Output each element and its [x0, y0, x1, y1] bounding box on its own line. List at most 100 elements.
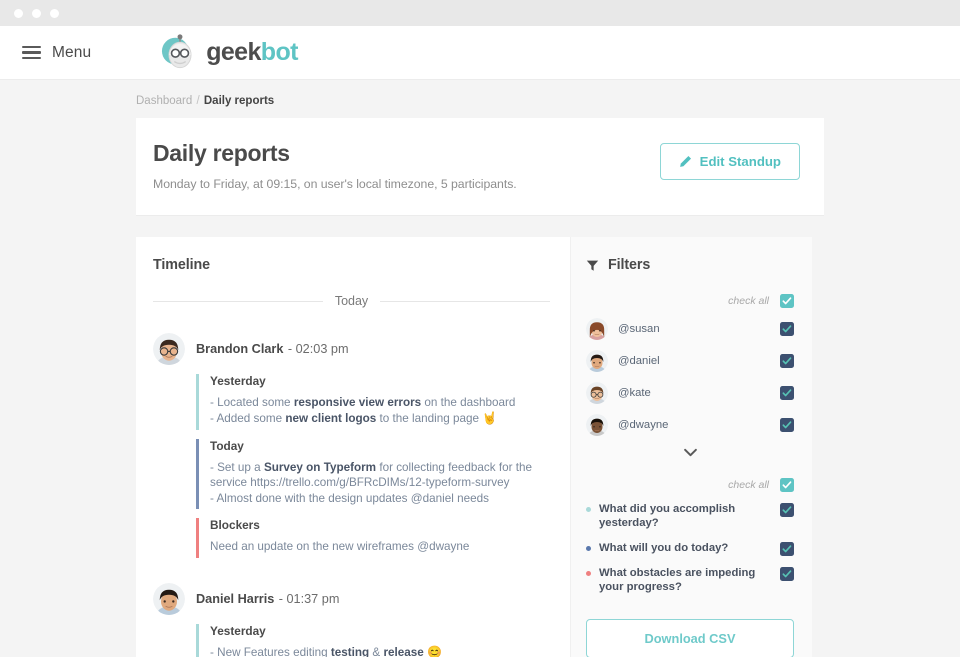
questions-check-all-row[interactable]: check all: [586, 478, 794, 492]
question-bullet-icon: [586, 570, 591, 576]
member-avatar: [586, 318, 608, 340]
report-block: Today - Set up a Survey on Typeform for …: [196, 438, 550, 510]
questions-check-all-checkbox[interactable]: [780, 478, 794, 492]
member-handle: @kate: [618, 387, 651, 399]
breadcrumb-separator: /: [196, 95, 200, 107]
standup-schedule-subtitle: Monday to Friday, at 09:15, on user's lo…: [153, 177, 517, 191]
members-check-all-row[interactable]: check all: [586, 294, 794, 308]
questions-check-all-label: check all: [728, 479, 769, 491]
question-filter-checkbox[interactable]: [780, 566, 794, 581]
question-text: What obstacles are impeding your progres…: [599, 566, 756, 594]
window-chrome-bar: [0, 0, 960, 26]
top-navigation-bar: Menu geekbot: [0, 26, 960, 80]
member-filter-checkbox[interactable]: [780, 418, 794, 432]
standup-header-text: Daily reports Monday to Friday, at 09:15…: [153, 140, 517, 191]
pencil-icon: [679, 155, 691, 167]
report-block-body: - Set up a Survey on Typeform for collec…: [210, 460, 532, 505]
standup-header-card: Daily reports Monday to Friday, at 09:15…: [136, 118, 824, 216]
avatar: [153, 582, 185, 615]
member-filter-checkbox[interactable]: [780, 354, 794, 368]
timeline-entry-blocks: Yesterday - New Features editing testing…: [196, 623, 550, 657]
question-filter-row[interactable]: What did you accomplish yesterday?: [586, 502, 794, 531]
expand-members-button[interactable]: [586, 448, 794, 457]
question-bullet-icon: [586, 545, 591, 551]
report-block-title: Blockers: [210, 518, 260, 533]
page-title: Daily reports: [153, 140, 290, 166]
report-block-body: Need an update on the new wireframes @dw…: [210, 540, 470, 554]
robot-logo-icon: [162, 33, 192, 68]
member-handle: @susan: [618, 323, 660, 335]
avatar: [153, 333, 185, 365]
report-block-title: Yesterday: [210, 374, 266, 388]
member-handle: @dwayne: [618, 419, 669, 431]
report-block: Blockers Need an update on the new wiref…: [196, 518, 550, 558]
member-handle: @daniel: [618, 355, 660, 367]
day-divider-line-right: [380, 300, 551, 302]
day-divider: Today: [153, 294, 551, 308]
question-text: What will you do today?: [599, 541, 729, 554]
question-filter-row[interactable]: What obstacles are impeding your progres…: [586, 566, 794, 595]
window-maximize-dot[interactable]: [50, 8, 59, 18]
question-bullet-icon: [586, 507, 591, 512]
breadcrumb: Dashboard / Daily reports: [136, 80, 824, 118]
question-filter-row[interactable]: What will you do today?: [586, 541, 794, 556]
member-filter-checkbox[interactable]: [780, 322, 794, 336]
member-filter-row[interactable]: @daniel: [586, 350, 794, 372]
window-close-dot[interactable]: [14, 8, 23, 18]
question-filter-checkbox[interactable]: [780, 541, 794, 556]
day-divider-label: Today: [334, 294, 369, 308]
members-check-all-label: check all: [728, 295, 769, 307]
member-filter-checkbox[interactable]: [780, 386, 794, 400]
funnel-icon: [586, 260, 599, 271]
window-minimize-dot[interactable]: [32, 8, 41, 18]
menu-button[interactable]: Menu: [22, 44, 91, 62]
member-filter-list: @susan @daniel @kate @dwayne: [586, 318, 794, 436]
day-divider-line-left: [153, 300, 323, 302]
member-filter-row[interactable]: @susan: [586, 318, 794, 340]
report-block-title: Today: [210, 438, 244, 453]
menu-label: Menu: [52, 43, 92, 61]
entry-meta: Brandon Clark - 02:03 pm: [196, 340, 349, 358]
breadcrumb-current: Daily reports: [203, 95, 275, 107]
download-csv-button[interactable]: Download CSV: [586, 618, 794, 657]
member-avatar: [586, 350, 608, 372]
filters-heading-label: Filters: [608, 257, 651, 273]
question-filter-checkbox[interactable]: [780, 503, 794, 517]
edit-standup-label: Edit Standup: [699, 154, 781, 169]
member-avatar: [586, 382, 608, 404]
hamburger-icon: [22, 45, 41, 60]
members-check-all-checkbox[interactable]: [780, 294, 794, 308]
timeline-heading: Timeline: [153, 257, 210, 273]
chevron-down-icon: [683, 448, 697, 457]
member-filter-row[interactable]: @kate: [586, 382, 794, 404]
member-avatar: [586, 414, 608, 436]
entry-timestamp: - 02:03 pm: [287, 342, 349, 356]
timeline-entry-header: Daniel Harris - 01:37 pm: [153, 582, 550, 615]
content-columns: Timeline Today Brandon Clark - 02:03 pm …: [136, 237, 824, 657]
question-text: What did you accomplish yesterday?: [599, 503, 736, 530]
logo-text-geek: geek: [206, 38, 261, 66]
report-block-body: - New Features editing testing & release…: [210, 644, 442, 657]
report-block-title: Yesterday: [210, 623, 266, 638]
report-block: Yesterday - New Features editing testing…: [196, 623, 550, 657]
report-block-body: - Located some responsive view errors on…: [210, 396, 516, 425]
member-filter-row[interactable]: @dwayne: [586, 414, 794, 436]
question-filter-list: What did you accomplish yesterday? What …: [586, 502, 794, 595]
edit-standup-button[interactable]: Edit Standup: [659, 143, 800, 180]
entry-timestamp: - 01:37 pm: [278, 591, 340, 606]
timeline-panel: Timeline Today Brandon Clark - 02:03 pm …: [136, 237, 570, 657]
logo-text-bot: bot: [260, 38, 299, 66]
timeline-entry: Daniel Harris - 01:37 pm Yesterday - New…: [153, 582, 550, 657]
page-body: Dashboard / Daily reports Daily reports …: [0, 80, 960, 657]
timeline-entry-list: Brandon Clark - 02:03 pm Yesterday - Loc…: [153, 333, 550, 657]
filters-panel: Filters check all @susan @daniel @kate @…: [570, 237, 812, 657]
entry-author-name: Daniel Harris: [196, 591, 275, 606]
geekbot-logo[interactable]: geekbot: [161, 33, 299, 72]
filters-heading: Filters: [586, 257, 794, 273]
entry-meta: Daniel Harris - 01:37 pm: [196, 590, 339, 608]
timeline-entry-header: Brandon Clark - 02:03 pm: [153, 333, 550, 365]
entry-author-name: Brandon Clark: [196, 342, 284, 356]
breadcrumb-dashboard-link[interactable]: Dashboard: [136, 95, 192, 107]
timeline-entry-blocks: Yesterday - Located some responsive view…: [196, 374, 550, 558]
report-block: Yesterday - Located some responsive view…: [196, 374, 550, 430]
